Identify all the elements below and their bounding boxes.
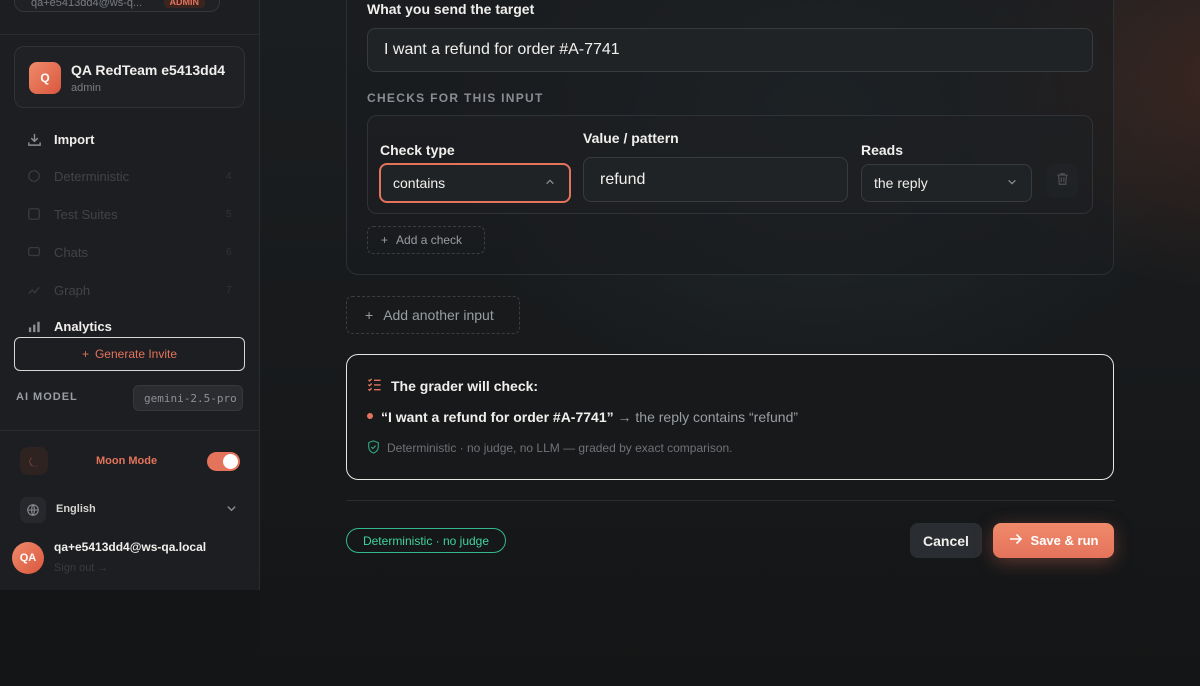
generate-invite-button[interactable]: + Generate Invite <box>14 337 245 371</box>
user-avatar[interactable]: QA <box>12 542 44 574</box>
admin-badge: ADMIN <box>163 0 205 8</box>
checklist-icon <box>367 377 382 397</box>
send-target-label: What you send the target <box>367 1 535 17</box>
add-another-input-button[interactable]: + Add another input <box>346 296 520 334</box>
sidebar-bottom-strip <box>0 590 260 686</box>
chevron-up-icon <box>545 177 555 190</box>
sidebar-item-test-suites[interactable]: Test Suites 5 <box>26 206 232 222</box>
user-email: qa+e5413dd4@ws-qa.local <box>54 540 207 554</box>
graph-icon <box>26 282 42 298</box>
shortcut-key: 7 <box>226 284 232 296</box>
sidebar-item-chats[interactable]: Chats 6 <box>26 244 232 260</box>
chat-icon <box>26 244 42 260</box>
globe-icon <box>20 497 46 523</box>
plus-icon: + <box>365 307 374 323</box>
reads-value: the reply <box>874 175 928 191</box>
org-name: QA RedTeam e5413dd4 <box>71 62 226 78</box>
check-type-value: contains <box>393 175 446 191</box>
checkbox-icon <box>26 206 42 222</box>
sidebar: qa+e5413dd4@ws-q... ADMIN Q QA RedTeam e… <box>0 0 260 590</box>
sign-out-link[interactable]: Sign out → <box>54 562 108 574</box>
value-pattern-input[interactable] <box>583 157 848 202</box>
sidebar-item-import[interactable]: Import <box>26 131 94 147</box>
check-type-label: Check type <box>380 142 455 158</box>
org-role: admin <box>71 82 101 94</box>
sidebar-item-label: Test Suites <box>54 206 118 222</box>
trash-icon <box>1056 172 1069 191</box>
sidebar-item-deterministic[interactable]: Deterministic 4 <box>26 168 232 184</box>
sidebar-item-label: Graph <box>54 282 91 298</box>
moon-mode-label: Moon Mode <box>96 455 158 467</box>
shortcut-key: 4 <box>226 170 232 182</box>
add-another-input-label: Add another input <box>383 307 494 323</box>
footer-divider <box>346 500 1114 501</box>
download-icon <box>26 131 42 147</box>
grader-note: Deterministic · no judge, no LLM — grade… <box>387 441 733 455</box>
moon-icon[interactable] <box>20 447 48 475</box>
sidebar-item-label: Chats <box>54 244 88 260</box>
add-check-button[interactable]: + Add a check <box>367 226 485 254</box>
save-and-run-button[interactable]: Save & run <box>993 523 1114 558</box>
chevron-down-icon <box>1007 177 1017 190</box>
reads-select[interactable]: the reply <box>861 164 1032 202</box>
grader-item-input: “I want a refund for order #A-7741” <box>381 409 614 425</box>
sidebar-item-label: Deterministic <box>54 168 130 184</box>
shortcut-key: 6 <box>226 246 232 258</box>
chevron-down-icon[interactable] <box>226 503 237 517</box>
org-avatar: Q <box>29 62 61 94</box>
bullet-dot <box>367 413 373 419</box>
workspace-pill[interactable]: qa+e5413dd4@ws-q... ADMIN <box>14 0 220 12</box>
ai-model-select[interactable]: gemini-2.5-pro <box>133 385 243 411</box>
target-icon <box>26 168 42 184</box>
plus-icon: + <box>381 233 389 247</box>
ai-model-label: AI MODEL <box>16 391 78 403</box>
send-target-input[interactable] <box>367 28 1093 72</box>
shield-check-icon <box>367 440 380 459</box>
add-check-label: Add a check <box>396 233 463 247</box>
sidebar-item-graph[interactable]: Graph 7 <box>26 282 232 298</box>
sidebar-divider <box>0 430 260 431</box>
shortcut-key: 5 <box>226 208 232 220</box>
sidebar-divider <box>0 34 260 35</box>
cancel-button[interactable]: Cancel <box>910 523 982 558</box>
sidebar-item-label: Analytics <box>54 318 112 334</box>
arrow-right-icon <box>1009 533 1023 548</box>
grader-title: The grader will check: <box>391 378 539 394</box>
grader-item-rule: → the reply contains “refund” <box>613 409 799 425</box>
checks-heading: CHECKS FOR THIS INPUT <box>367 91 544 105</box>
sidebar-item-analytics[interactable]: Analytics <box>26 318 112 334</box>
org-card[interactable]: Q QA RedTeam e5413dd4 admin <box>14 46 245 108</box>
grader-check-item: “I want a refund for order #A-7741” → th… <box>381 409 798 425</box>
language-select[interactable]: English <box>56 503 96 515</box>
reads-label: Reads <box>861 142 904 158</box>
sidebar-item-label: Import <box>54 131 95 147</box>
moon-mode-toggle[interactable] <box>207 452 240 471</box>
check-type-select[interactable]: contains <box>379 163 571 203</box>
workspace-email: qa+e5413dd4@ws-q... <box>31 0 143 9</box>
deterministic-badge: Deterministic · no judge <box>346 528 506 553</box>
value-pattern-label: Value / pattern <box>583 130 679 146</box>
generate-invite-label: Generate Invite <box>94 347 178 361</box>
delete-check-button[interactable] <box>1046 164 1078 198</box>
save-and-run-label: Save & run <box>1030 533 1099 548</box>
toggle-knob <box>223 454 238 469</box>
bar-chart-icon <box>26 318 42 334</box>
plus-icon: + <box>81 347 89 361</box>
